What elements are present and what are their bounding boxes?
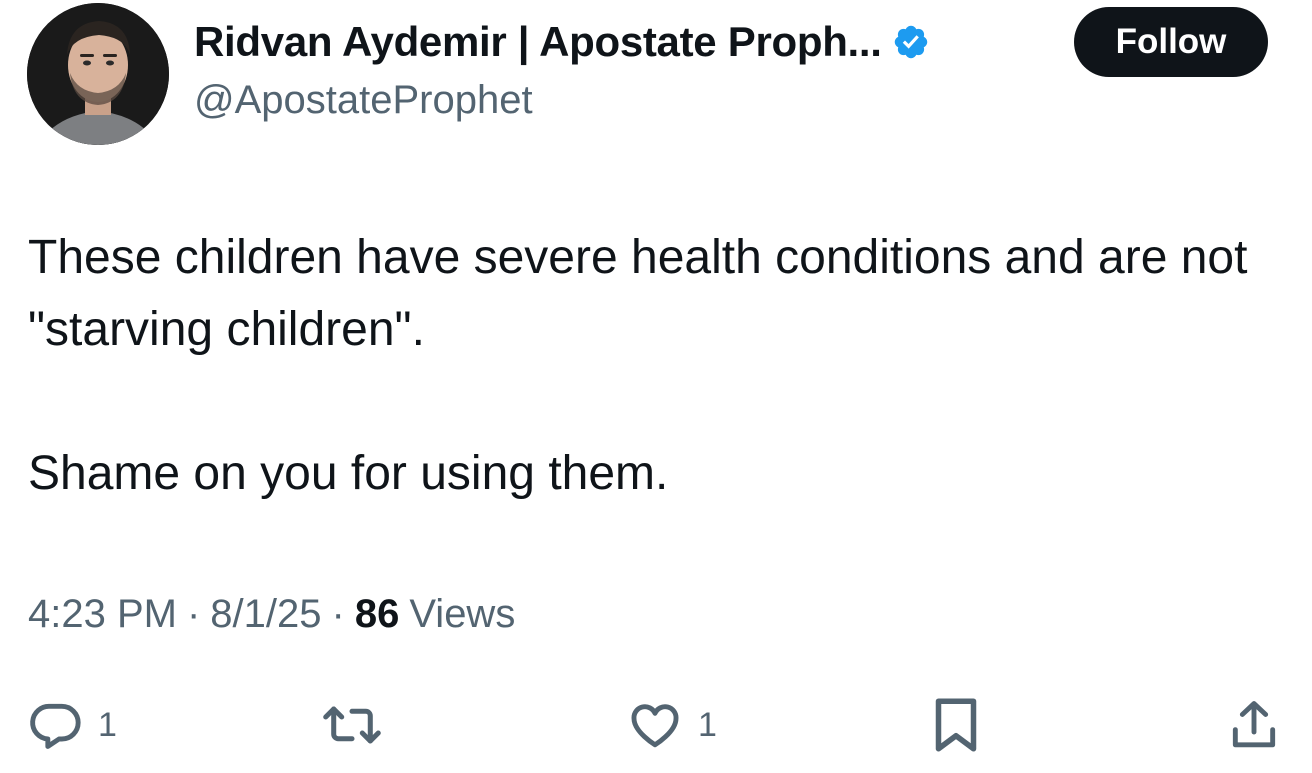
views-label: Views <box>409 592 516 636</box>
retweet-button[interactable] <box>320 690 384 760</box>
tweet-time[interactable]: 4:23 PM <box>28 592 177 637</box>
like-button[interactable]: 1 <box>626 690 717 760</box>
meta-separator: · <box>331 592 345 636</box>
profile-photo-icon <box>27 3 169 145</box>
bookmark-button[interactable] <box>930 690 982 760</box>
like-count: 1 <box>698 705 717 744</box>
author-handle[interactable]: @ApostateProphet <box>194 78 533 123</box>
action-bar: 1 1 <box>0 690 1312 760</box>
author-name-row[interactable]: Ridvan Aydemir | Apostate Proph... <box>194 14 930 70</box>
avatar[interactable] <box>27 3 169 145</box>
meta-separator: · <box>186 592 201 636</box>
tweet-paragraph: Shame on you for using them. <box>28 447 669 500</box>
share-button[interactable] <box>1226 690 1282 760</box>
verified-badge-icon <box>892 23 930 61</box>
bookmark-icon <box>935 698 977 752</box>
reply-icon <box>30 703 81 749</box>
retweet-icon <box>323 706 381 744</box>
reply-count: 1 <box>98 705 117 744</box>
reply-button[interactable]: 1 <box>28 690 117 760</box>
tweet-meta: 4:23 PM · 8/1/25 · 86 Views <box>28 592 515 637</box>
author-display-name[interactable]: Ridvan Aydemir | Apostate Proph... <box>194 18 882 66</box>
tweet-card: Ridvan Aydemir | Apostate Proph... @Apos… <box>0 0 1312 773</box>
tweet-text: These children have severe health condit… <box>28 222 1278 510</box>
tweet-paragraph: These children have severe health condit… <box>28 231 1248 356</box>
follow-button[interactable]: Follow <box>1074 7 1268 77</box>
views-count: 86 <box>354 592 400 636</box>
heart-icon <box>631 704 679 748</box>
tweet-date[interactable]: 8/1/25 <box>210 592 321 637</box>
share-icon <box>1232 701 1276 748</box>
